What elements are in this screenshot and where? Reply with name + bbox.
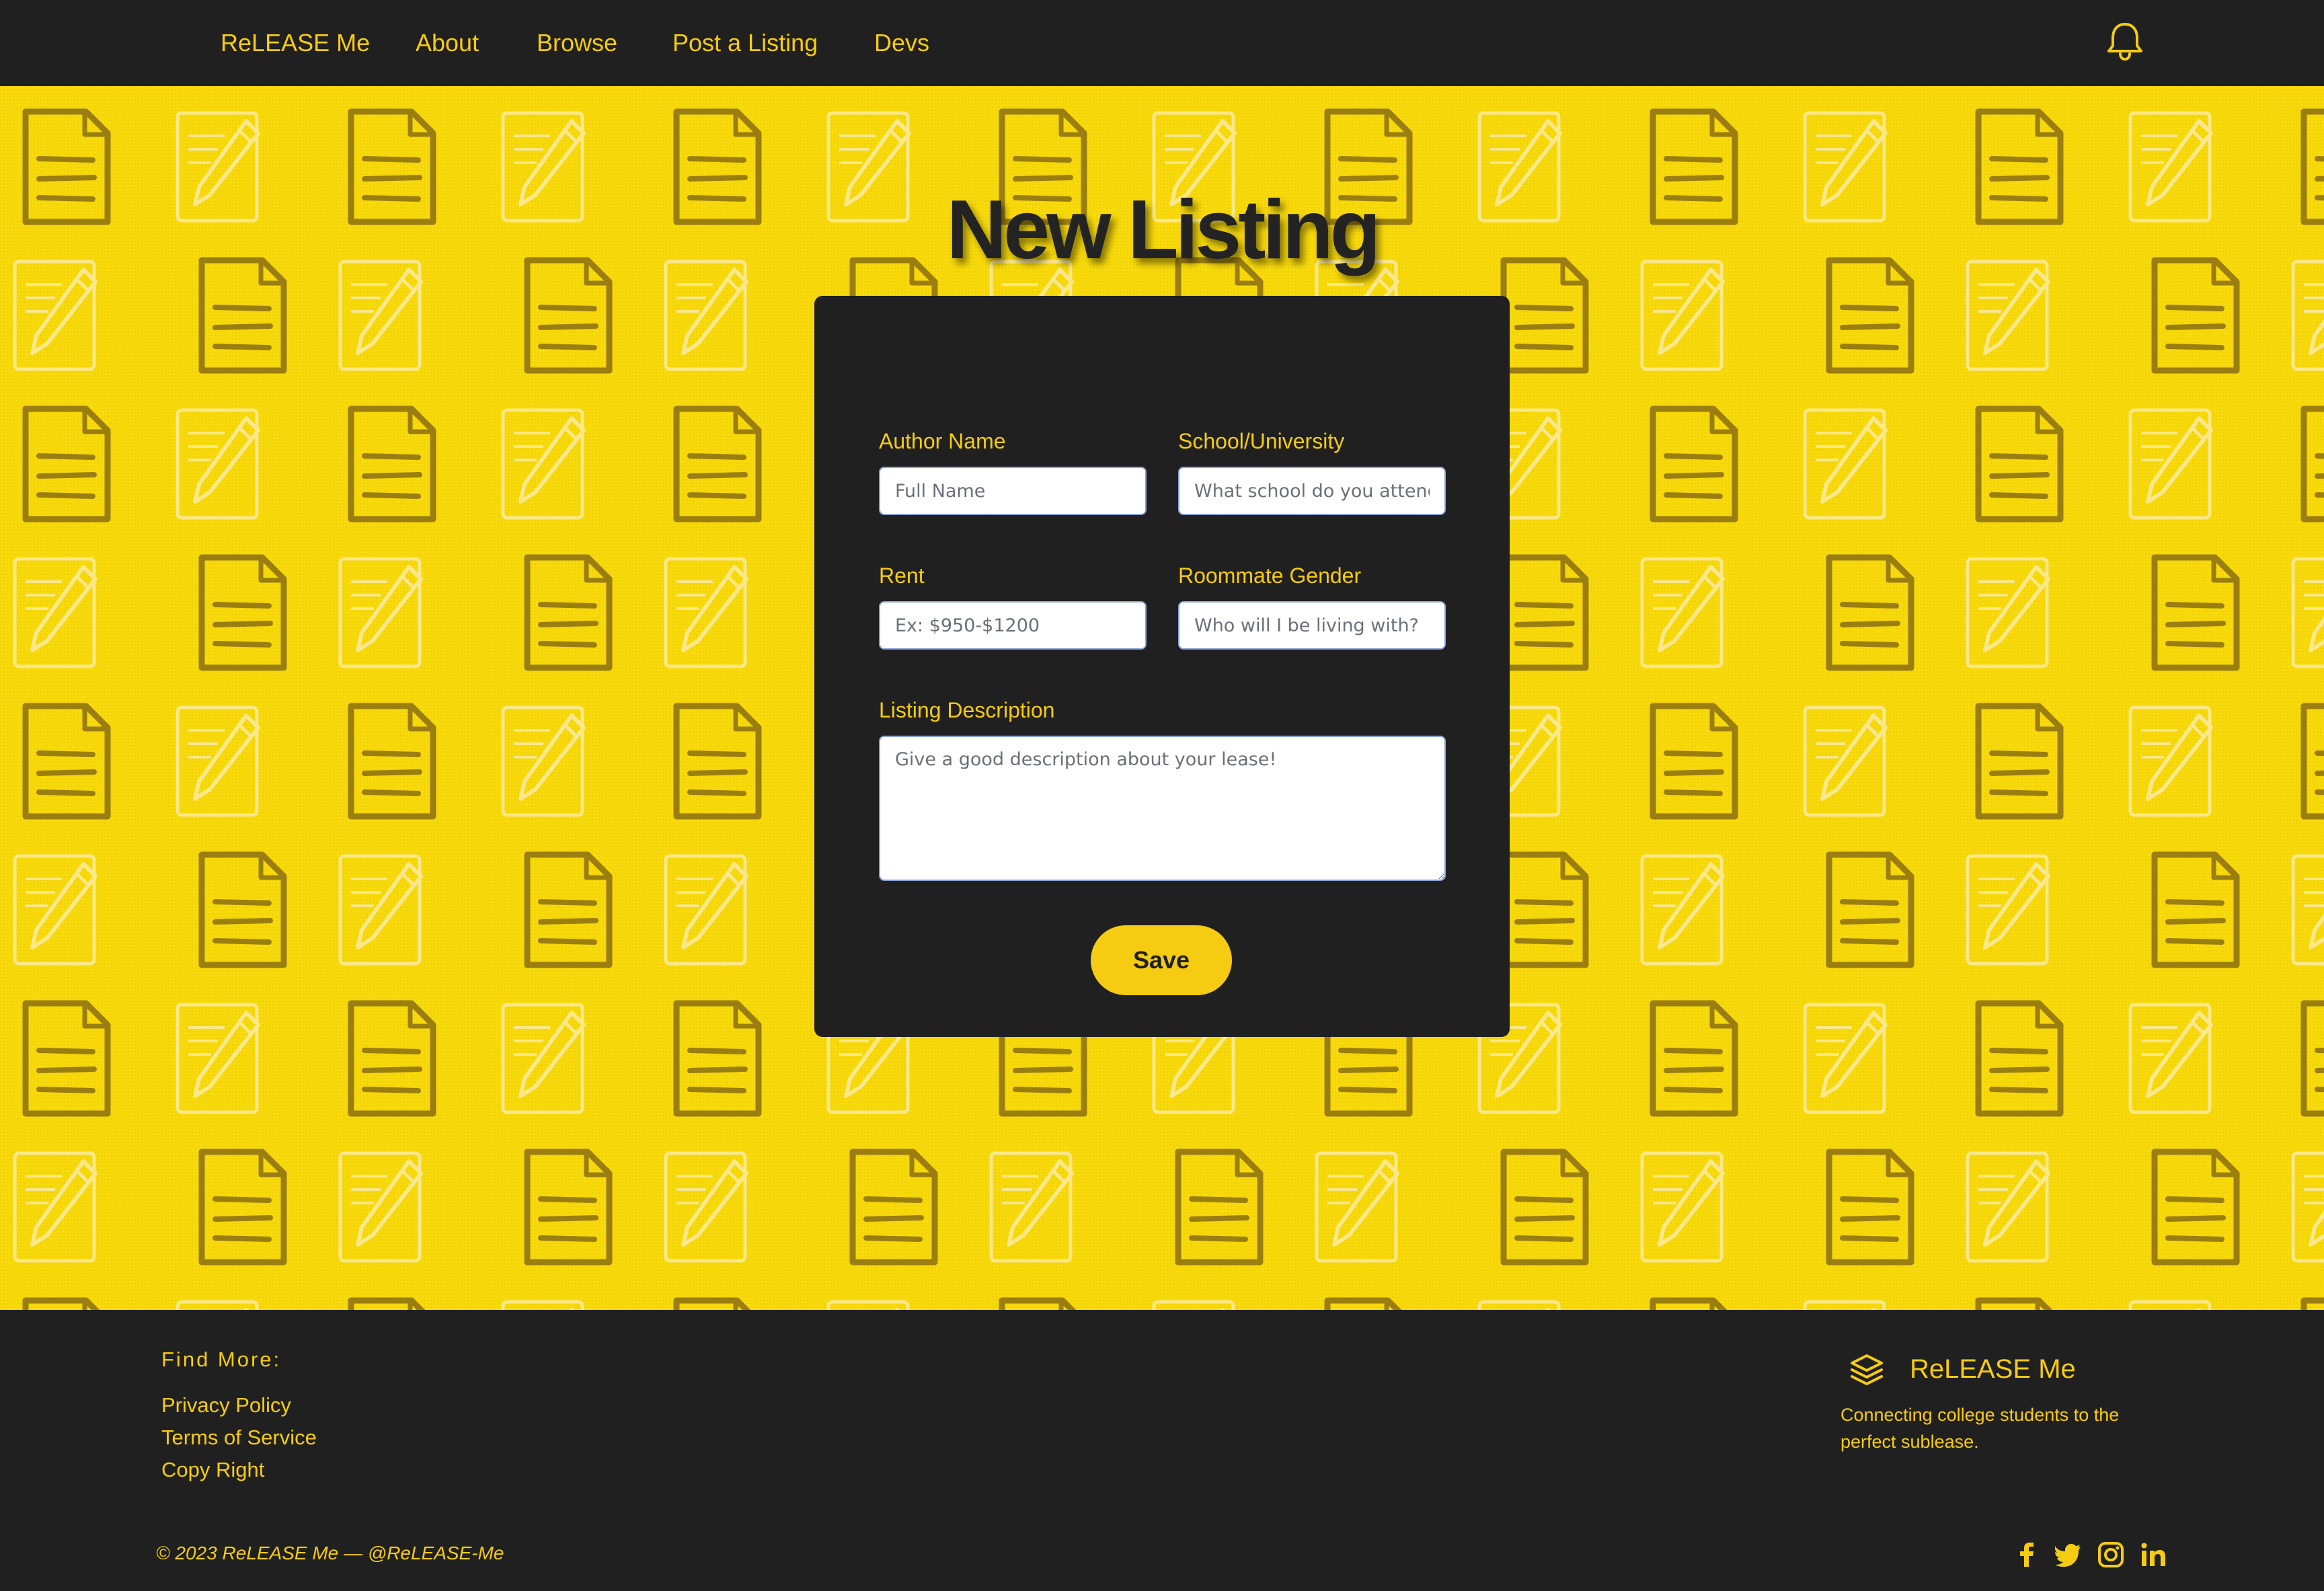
save-button[interactable]: Save	[1091, 925, 1232, 995]
nav-link-post-listing[interactable]: Post a Listing	[672, 0, 818, 86]
nav-link-browse[interactable]: Browse	[537, 0, 617, 86]
navbar: ReLEASE Me About Browse Post a Listing D…	[0, 0, 2324, 86]
school-input[interactable]	[1178, 467, 1446, 515]
facebook-icon[interactable]	[2013, 1541, 2040, 1568]
bell-icon[interactable]	[2105, 20, 2145, 62]
nav-link-about[interactable]: About	[416, 0, 479, 86]
rent-input[interactable]	[879, 601, 1147, 650]
copyright-text: © 2023 ReLEASE Me — @ReLEASE-Me	[156, 1543, 504, 1563]
roommate-gender-label: Roommate Gender	[1178, 564, 1362, 588]
author-name-label: Author Name	[879, 429, 1006, 453]
twitter-icon[interactable]	[2055, 1541, 2082, 1568]
new-listing-form: Author Name School/University Rent Roomm…	[814, 296, 1510, 1037]
nav-brand-link[interactable]: ReLEASE Me	[221, 0, 370, 86]
nav-links: ReLEASE Me About Browse Post a Listing D…	[0, 0, 2324, 86]
listing-description-textarea[interactable]	[879, 736, 1446, 881]
school-label: School/University	[1178, 429, 1345, 453]
nav-link-devs[interactable]: Devs	[874, 0, 929, 86]
instagram-icon[interactable]	[2097, 1541, 2124, 1568]
roommate-gender-input[interactable]	[1178, 601, 1446, 650]
footer-brand-name: ReLEASE Me	[1910, 1354, 2076, 1384]
footer-link-terms-of-service[interactable]: Terms of Service	[161, 1426, 317, 1450]
layers-icon	[1851, 1354, 1883, 1385]
hero-section: New Listing Author Name School/Universit…	[0, 86, 2324, 1310]
page-title: New Listing	[946, 184, 1381, 276]
footer-heading: Find More:	[161, 1348, 282, 1371]
listing-description-label: Listing Description	[879, 698, 1055, 722]
footer-link-copy-right[interactable]: Copy Right	[161, 1458, 264, 1482]
author-name-input[interactable]	[879, 467, 1147, 515]
footer-tagline: Connecting college students to the perfe…	[1841, 1405, 2120, 1452]
linkedin-icon[interactable]	[2140, 1541, 2167, 1568]
footer: Find More: Privacy Policy Terms of Servi…	[0, 1310, 2324, 1591]
rent-label: Rent	[879, 564, 925, 588]
footer-link-privacy-policy[interactable]: Privacy Policy	[161, 1393, 291, 1418]
